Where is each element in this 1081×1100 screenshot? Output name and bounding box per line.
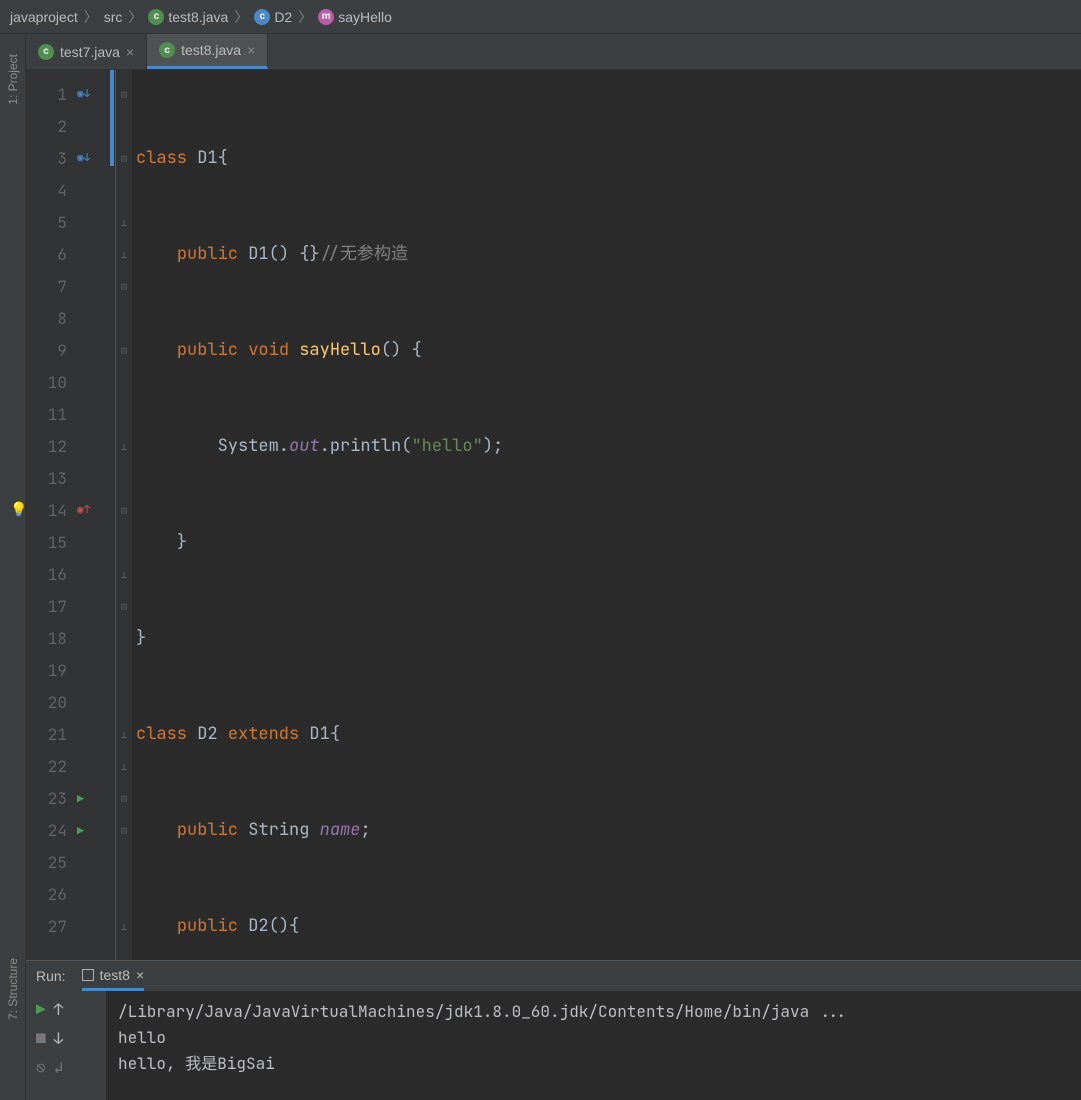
exit-icon[interactable]: ⎋: [36, 1057, 46, 1078]
java-file-icon: [38, 44, 54, 60]
console-line: hello, 我是BigSai: [118, 1051, 1069, 1077]
gutter[interactable]: 1◉↓ 2 3◉↓ 4 5 6 7 8 9 10 11 12 13 14◉↑ 1…: [26, 70, 116, 960]
java-file-icon: [159, 42, 175, 58]
chevron-right-icon: 〉: [128, 7, 142, 27]
tab-label: test8.java: [181, 42, 241, 58]
code-editor[interactable]: class D1{ public D1() {}//无参构造 public vo…: [132, 70, 1081, 960]
chevron-right-icon: 〉: [234, 7, 248, 27]
close-icon[interactable]: ×: [136, 967, 144, 983]
chevron-right-icon: 〉: [298, 7, 312, 27]
crumb-class[interactable]: cD2: [254, 9, 292, 25]
crumb-method[interactable]: msayHello: [318, 9, 392, 25]
override-down-icon[interactable]: ◉↓: [77, 87, 91, 101]
console-line: hello: [118, 1025, 1069, 1051]
class-icon: c: [254, 9, 270, 25]
console-output[interactable]: /Library/Java/JavaVirtualMachines/jdk1.8…: [106, 991, 1081, 1100]
close-tab-icon[interactable]: ×: [247, 42, 255, 58]
app-icon: [82, 969, 94, 981]
chevron-right-icon: 〉: [84, 7, 98, 27]
editor-area: 1◉↓ 2 3◉↓ 4 5 6 7 8 9 10 11 12 13 14◉↑ 1…: [26, 70, 1081, 960]
run-toolbar: ▶ ↑ ■ ↓ ⎋ ↲: [26, 991, 106, 1100]
method-change-bar: [110, 70, 114, 166]
project-tool-button[interactable]: 1: Project: [6, 54, 20, 105]
wrap-icon[interactable]: ↲: [54, 1057, 64, 1078]
fold-column[interactable]: ⊟⊟⊥⊥ ⊟⊟⊥ ⊟💡⊥ ⊟⊥⊥ ⊟⊟⊥: [116, 70, 132, 960]
override-down-icon[interactable]: ◉↓: [77, 151, 91, 165]
crumb-project[interactable]: javaproject: [10, 9, 78, 25]
up-icon[interactable]: ↑: [54, 999, 64, 1020]
crumb-src[interactable]: src: [104, 9, 123, 25]
stop-icon[interactable]: ■: [36, 1028, 46, 1049]
override-up-icon[interactable]: ◉↑: [77, 503, 91, 517]
left-toolbar: 1: Project 7: Structure: [0, 34, 26, 1100]
editor-tabs: test7.java × test8.java ×: [0, 34, 1081, 70]
rerun-icon[interactable]: ▶: [36, 999, 46, 1020]
run-gutter-icon[interactable]: ▶: [77, 823, 91, 837]
run-label: Run:: [36, 968, 66, 984]
tab-label: test7.java: [60, 44, 120, 60]
run-panel: Run: test8 × ▶ ↑ ■ ↓ ⎋ ↲ /Library/Java/J…: [26, 960, 1081, 1100]
intention-bulb-icon[interactable]: 💡: [26, 501, 27, 519]
breadcrumb: javaproject 〉 src 〉 test8.java 〉 cD2 〉 m…: [0, 0, 1081, 34]
tab-test8[interactable]: test8.java ×: [147, 34, 268, 69]
run-panel-header: Run: test8 ×: [26, 961, 1081, 991]
tab-test7[interactable]: test7.java ×: [26, 34, 147, 69]
method-icon: m: [318, 9, 334, 25]
run-gutter-icon[interactable]: ▶: [77, 791, 91, 805]
console-line: /Library/Java/JavaVirtualMachines/jdk1.8…: [118, 999, 1069, 1025]
close-tab-icon[interactable]: ×: [126, 44, 134, 60]
crumb-file[interactable]: test8.java: [148, 9, 228, 25]
structure-tool-button[interactable]: 7: Structure: [6, 958, 20, 1020]
java-file-icon: [148, 9, 164, 25]
down-icon[interactable]: ↓: [54, 1028, 64, 1049]
run-config-tab[interactable]: test8 ×: [82, 961, 145, 991]
